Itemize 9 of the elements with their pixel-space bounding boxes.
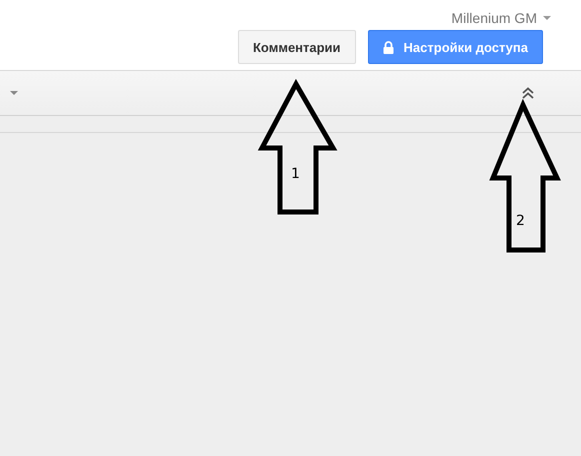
lock-icon bbox=[382, 40, 394, 54]
annotation-number: 1 bbox=[291, 166, 300, 182]
collapse-chevron-icon[interactable] bbox=[522, 87, 534, 99]
share-settings-button[interactable]: Настройки доступа bbox=[368, 30, 543, 64]
annotation-number: 2 bbox=[516, 213, 525, 229]
comments-button[interactable]: Комментарии bbox=[238, 30, 356, 64]
caret-icon[interactable] bbox=[543, 16, 551, 20]
account-name[interactable]: Millenium GM bbox=[451, 10, 537, 26]
dropdown-caret-icon[interactable] bbox=[10, 91, 18, 95]
